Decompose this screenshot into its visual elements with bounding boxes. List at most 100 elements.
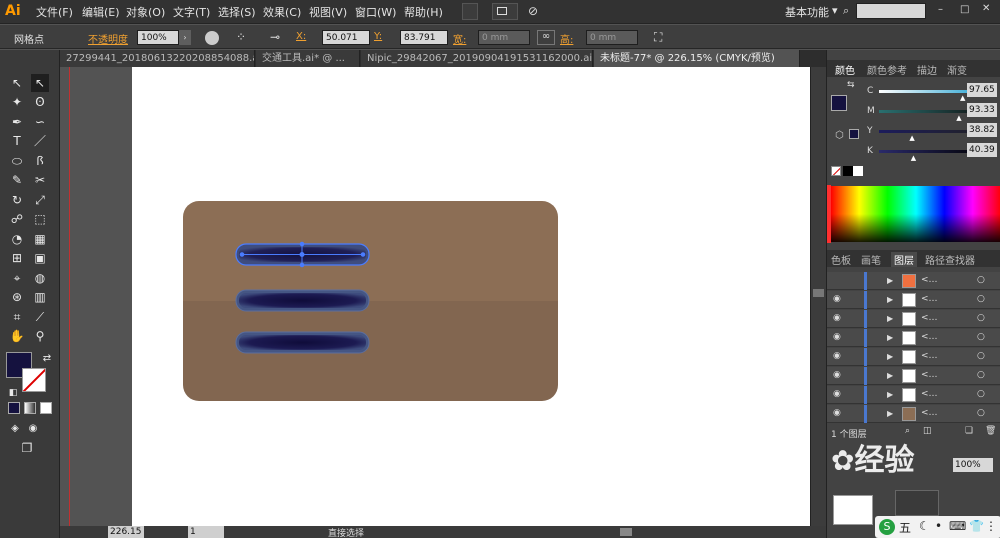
target-circle-icon[interactable]: ○ xyxy=(977,389,985,399)
workspace-switcher[interactable]: 基本功能 xyxy=(785,4,829,20)
menu-object[interactable]: 对象(O) xyxy=(126,4,165,20)
align-icon[interactable]: ⁘ xyxy=(236,30,256,45)
eye-icon[interactable]: ◉ xyxy=(833,370,841,380)
stroke-swatch[interactable] xyxy=(22,368,46,392)
menu-view[interactable]: 视图(V) xyxy=(309,4,347,20)
expand-triangle-icon[interactable]: ▶ xyxy=(887,314,893,323)
color-spectrum[interactable] xyxy=(831,186,1000,242)
close-icon[interactable]: ✕ xyxy=(982,3,996,17)
hand-tool-icon[interactable]: ✋ xyxy=(8,327,26,345)
zoom-tool-icon[interactable]: ⚲ xyxy=(31,327,49,345)
transparency-opacity-field[interactable]: 100% xyxy=(953,458,993,472)
gradient-icon[interactable]: ▣ xyxy=(31,249,49,267)
tab-color-guide[interactable]: 颜色参考 xyxy=(867,62,907,77)
layer-name-placeholder[interactable]: <… xyxy=(921,408,938,418)
white-swatch[interactable] xyxy=(853,166,863,176)
slider-m-knob[interactable]: ▲ xyxy=(956,114,961,122)
eye-icon[interactable]: ◉ xyxy=(833,389,841,399)
x-field[interactable]: 50.071 mm xyxy=(322,30,370,58)
layer-name-placeholder[interactable]: <… xyxy=(921,370,938,380)
slider-c-value[interactable]: 97.65 xyxy=(967,83,997,97)
arrange-documents-button[interactable] xyxy=(492,3,518,20)
link-icon[interactable]: ∞ xyxy=(537,30,555,45)
layer-row[interactable]: ◉ ▶ <… ○ xyxy=(827,310,1000,328)
expand-triangle-icon[interactable]: ▶ xyxy=(887,371,893,380)
target-circle-icon[interactable]: ○ xyxy=(977,370,985,380)
slider-c-knob[interactable]: ▲ xyxy=(960,94,965,102)
slider-y-value[interactable]: 38.82 xyxy=(967,123,997,137)
target-circle-icon[interactable]: ○ xyxy=(977,408,985,418)
ime-moon-icon[interactable]: ☾ xyxy=(919,519,930,533)
layer-row[interactable]: ◉ ▶ <… ○ xyxy=(827,291,1000,309)
target-circle-icon[interactable]: ○ xyxy=(977,275,985,285)
free-transform-icon[interactable]: ⬚ xyxy=(31,210,49,228)
trash-icon[interactable]: 🗑 xyxy=(985,426,996,436)
anchor-convert-icon[interactable]: ⊸ xyxy=(270,30,290,45)
tab-document-3[interactable]: Nipic_29842067_20190904191531162000.ai* … xyxy=(361,50,593,67)
menu-edit[interactable]: 编辑(E) xyxy=(82,4,120,20)
menu-window[interactable]: 窗口(W) xyxy=(355,4,396,20)
pencil-icon[interactable]: ✎ xyxy=(8,171,26,189)
shape-builder-icon[interactable]: ◔ xyxy=(8,230,26,248)
menu-file[interactable]: 文件(F) xyxy=(36,4,73,20)
artboard-number-field[interactable]: 1 xyxy=(188,526,224,538)
swap-arrows-icon[interactable]: ⇆ xyxy=(847,80,857,90)
vertical-scrollbar[interactable] xyxy=(810,67,826,526)
drawing-mode-icon[interactable]: ◈ xyxy=(6,420,24,438)
scale-icon[interactable]: ⤢ xyxy=(31,191,49,209)
tab-swatches[interactable]: 色板 xyxy=(831,252,851,267)
ime-logo-icon[interactable]: S xyxy=(879,519,895,535)
bridge-button[interactable] xyxy=(462,3,478,20)
scroll-thumb[interactable] xyxy=(813,289,824,297)
ime-punct-icon[interactable]: • xyxy=(935,519,942,533)
pen-tool-icon[interactable]: ✒ xyxy=(8,113,26,131)
layer-name-placeholder[interactable]: <… xyxy=(921,332,938,342)
expand-triangle-icon[interactable]: ▶ xyxy=(887,390,893,399)
menu-help[interactable]: 帮助(H) xyxy=(404,4,443,20)
height-field[interactable]: 0 mm xyxy=(586,30,638,45)
transform-icon[interactable]: ⛶ xyxy=(654,30,670,45)
layer-row[interactable]: ▶ <… ○ xyxy=(827,272,1000,290)
y-field[interactable]: 83.791 mm xyxy=(400,30,448,58)
black-swatch[interactable] xyxy=(843,166,853,176)
chevron-down-icon[interactable]: ▾ xyxy=(832,4,838,17)
layer-name-placeholder[interactable]: <… xyxy=(921,275,938,285)
target-circle-icon[interactable]: ○ xyxy=(977,351,985,361)
default-colors-icon[interactable]: ◧ xyxy=(4,384,22,402)
expand-triangle-icon[interactable]: ▶ xyxy=(887,295,893,304)
line-tool-icon[interactable]: ／ xyxy=(31,132,49,150)
tab-layers[interactable]: 图层 xyxy=(891,252,917,267)
eye-icon[interactable]: ◉ xyxy=(833,332,841,342)
direct-selection-tool-icon[interactable]: ↖ xyxy=(31,74,49,92)
recolor-icon[interactable] xyxy=(205,31,219,45)
none-mode-icon[interactable] xyxy=(40,402,52,414)
eye-icon[interactable]: ◉ xyxy=(833,351,841,361)
slider-k-knob[interactable]: ▲ xyxy=(911,154,916,162)
menu-type[interactable]: 文字(T) xyxy=(173,4,210,20)
gradient-mode-icon[interactable] xyxy=(24,402,36,414)
layer-row[interactable]: ◉ ▶ <… ○ xyxy=(827,405,1000,423)
ellipse-tool-icon[interactable]: ⬭ xyxy=(8,152,26,170)
slider-y-knob[interactable]: ▲ xyxy=(909,134,914,142)
symbol-sprayer-icon[interactable]: ⊛ xyxy=(8,288,26,306)
color-mode-icon[interactable] xyxy=(8,402,20,414)
panel-fill-swatch[interactable] xyxy=(831,95,847,111)
ime-keyboard-icon[interactable]: ⌨ xyxy=(949,519,966,533)
artboard-tool-icon[interactable]: ⌗ xyxy=(8,308,26,326)
new-layer-icon[interactable]: ❏ xyxy=(965,426,975,436)
tab-gradient[interactable]: 渐变 xyxy=(947,62,967,77)
column-graph-icon[interactable]: ▥ xyxy=(31,288,49,306)
eye-icon[interactable]: ◉ xyxy=(833,408,841,418)
type-tool-icon[interactable]: T xyxy=(8,132,26,150)
warp-icon[interactable]: ☍ xyxy=(8,210,26,228)
none-swatch[interactable] xyxy=(831,166,841,176)
artboard[interactable] xyxy=(132,67,810,526)
perspective-grid-icon[interactable]: ▦ xyxy=(31,230,49,248)
maximize-icon[interactable]: □ xyxy=(960,4,974,18)
width-field[interactable]: 0 mm xyxy=(478,30,530,45)
tab-document-active[interactable]: 未标题-77* @ 226.15% (CMYK/预览) xyxy=(594,50,800,67)
opacity-label[interactable]: 不透明度 xyxy=(88,31,128,46)
selection-tool-icon[interactable]: ↖ xyxy=(8,74,26,92)
target-circle-icon[interactable]: ○ xyxy=(977,332,985,342)
lasso-icon[interactable]: ʘ xyxy=(31,93,49,111)
